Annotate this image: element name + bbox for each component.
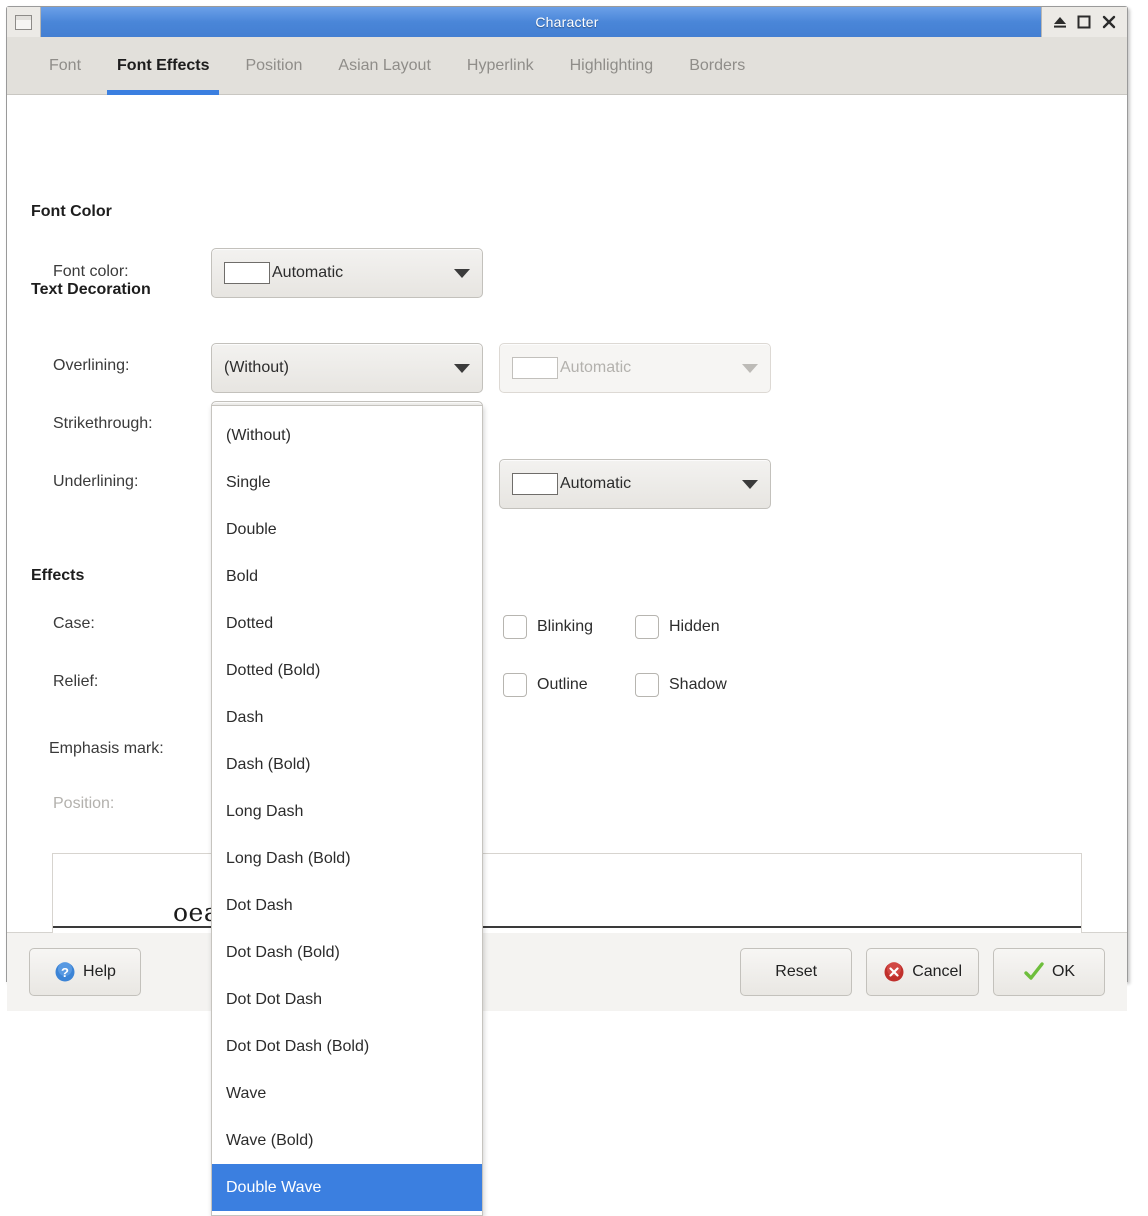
dropdown-item[interactable]: Dotted xyxy=(212,600,482,647)
ok-button-label: OK xyxy=(1051,963,1076,980)
cancel-button-label: Cancel xyxy=(912,963,962,980)
underlining-color-combo[interactable]: Automatic xyxy=(499,459,771,509)
checkbox-label: Shadow xyxy=(669,676,727,693)
tab-label: Hyperlink xyxy=(466,57,534,74)
checkbox-outline[interactable]: Outline xyxy=(503,673,588,697)
dropdown-item[interactable]: Dash xyxy=(212,694,482,741)
font-color-heading: Font Color xyxy=(31,203,112,220)
dropdown-item[interactable]: Wave xyxy=(212,1070,482,1117)
close-icon xyxy=(1102,15,1116,29)
font-color-swatch xyxy=(224,262,270,284)
checkbox-box[interactable] xyxy=(635,615,659,639)
checkbox-label: Outline xyxy=(537,676,588,693)
chevron-down-icon xyxy=(742,363,758,373)
dropdown-item[interactable]: Dot Dot Dash (Bold) xyxy=(212,1023,482,1070)
footer-actions: Reset Cancel OK xyxy=(740,948,1105,996)
overlining-dropdown-popup[interactable]: (Without) Single Double Bold Dotted Dott… xyxy=(211,405,483,1216)
title-bar[interactable]: Character xyxy=(7,7,1127,37)
tab-hyperlink[interactable]: Hyperlink xyxy=(449,37,552,95)
dropdown-item[interactable]: Dash (Bold) xyxy=(212,741,482,788)
overlining-label: Overlining: xyxy=(53,357,130,374)
font-effects-page: Font Color Font color: Automatic Text De… xyxy=(7,95,1127,1216)
dropdown-item[interactable]: Dot Dash (Bold) xyxy=(212,929,482,976)
tab-label: Highlighting xyxy=(569,57,654,74)
position-label: Position: xyxy=(53,795,115,812)
dropdown-item[interactable]: Single xyxy=(212,459,482,506)
tab-strip: Font Font Effects Position Asian Layout … xyxy=(7,37,1127,95)
window-title: Character xyxy=(535,14,599,30)
dropdown-item[interactable]: Double xyxy=(212,506,482,553)
overlining-value: (Without) xyxy=(224,359,289,376)
underlining-color-swatch xyxy=(512,473,558,495)
dropdown-item[interactable]: Dotted (Bold) xyxy=(212,647,482,694)
window-controls xyxy=(1041,7,1127,37)
tab-label: Position xyxy=(245,57,303,74)
checkbox-blinking[interactable]: Blinking xyxy=(503,615,593,639)
font-color-label: Font color: xyxy=(53,263,129,280)
tab-label: Borders xyxy=(689,57,746,74)
case-label: Case: xyxy=(53,615,95,632)
shade-button[interactable] xyxy=(1050,11,1070,33)
dropdown-item[interactable]: (Without) xyxy=(212,412,482,459)
dropdown-item[interactable]: Bold xyxy=(212,553,482,600)
ok-button[interactable]: OK xyxy=(993,948,1105,996)
underlining-color-value: Automatic xyxy=(560,475,632,492)
tab-label: Asian Layout xyxy=(338,57,431,74)
check-icon xyxy=(1024,962,1044,980)
help-button[interactable]: ? Help xyxy=(29,948,141,996)
cancel-icon xyxy=(884,962,904,982)
tab-label: Font xyxy=(49,57,82,74)
chevron-down-icon xyxy=(454,363,470,373)
overlining-combo[interactable]: (Without) xyxy=(211,343,483,393)
window-menu-icon xyxy=(15,14,32,30)
checkbox-box[interactable] xyxy=(503,673,527,697)
checkbox-hidden[interactable]: Hidden xyxy=(635,615,720,639)
dropdown-item[interactable]: Dot Dash xyxy=(212,882,482,929)
help-icon: ? xyxy=(55,962,75,982)
dropdown-item-selected[interactable]: Double Wave xyxy=(212,1164,482,1211)
chevron-down-icon xyxy=(742,479,758,489)
tab-highlighting[interactable]: Highlighting xyxy=(552,37,672,95)
help-button-label: Help xyxy=(83,963,116,980)
maximize-icon xyxy=(1077,15,1091,29)
reset-button[interactable]: Reset xyxy=(740,948,853,996)
overlining-color-combo[interactable]: Automatic xyxy=(499,343,771,393)
reset-button-label: Reset xyxy=(775,963,818,980)
emphasis-mark-label: Emphasis mark: xyxy=(49,740,164,757)
eject-icon xyxy=(1054,17,1067,28)
tab-font[interactable]: Font xyxy=(31,37,99,95)
character-dialog: Character Font Font Effects Position Asi… xyxy=(6,6,1128,1216)
overlining-color-swatch xyxy=(512,357,558,379)
text-decoration-heading: Text Decoration xyxy=(31,281,151,298)
tab-position[interactable]: Position xyxy=(227,37,320,95)
font-color-value: Automatic xyxy=(272,264,344,281)
close-button[interactable] xyxy=(1099,11,1119,33)
tab-label: Font Effects xyxy=(117,57,210,74)
dropdown-item[interactable]: Wave (Bold) xyxy=(212,1117,482,1164)
chevron-down-icon xyxy=(454,268,470,278)
underlining-label: Underlining: xyxy=(53,473,139,490)
strikethrough-label: Strikethrough: xyxy=(53,415,153,432)
dialog-footer: ? Help Reset Cancel OK xyxy=(7,933,1127,1011)
overlining-color-value: Automatic xyxy=(560,359,632,376)
checkbox-shadow[interactable]: Shadow xyxy=(635,673,727,697)
tab-asian-layout[interactable]: Asian Layout xyxy=(320,37,449,95)
window-menu-button[interactable] xyxy=(7,7,41,37)
checkbox-box[interactable] xyxy=(503,615,527,639)
svg-text:?: ? xyxy=(61,965,69,980)
tab-font-effects[interactable]: Font Effects xyxy=(99,37,227,95)
tab-borders[interactable]: Borders xyxy=(671,37,763,95)
maximize-button[interactable] xyxy=(1074,11,1094,33)
cancel-button[interactable]: Cancel xyxy=(866,948,979,996)
dropdown-item[interactable]: Dot Dot Dash xyxy=(212,976,482,1023)
dropdown-item[interactable]: Long Dash xyxy=(212,788,482,835)
font-color-combo[interactable]: Automatic xyxy=(211,248,483,298)
dropdown-item[interactable]: Long Dash (Bold) xyxy=(212,835,482,882)
checkbox-label: Hidden xyxy=(669,618,720,635)
effects-heading: Effects xyxy=(31,567,85,584)
relief-label: Relief: xyxy=(53,673,99,690)
checkbox-box[interactable] xyxy=(635,673,659,697)
checkbox-label: Blinking xyxy=(537,618,594,635)
